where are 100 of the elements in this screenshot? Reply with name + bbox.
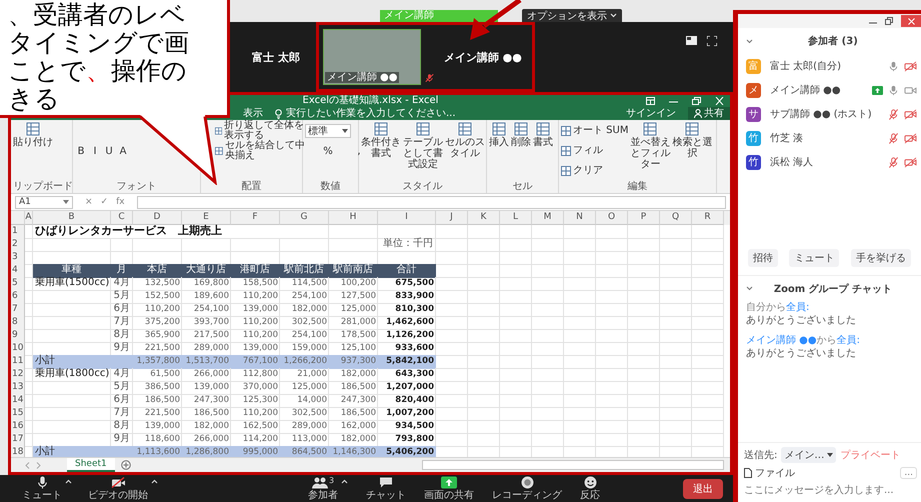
table-cell: 266,000	[182, 368, 231, 382]
table-cell: 833,900	[378, 290, 436, 304]
table-header-cell: 駅前北店	[280, 264, 329, 278]
table-cell: 110,200	[133, 303, 182, 317]
table-cell: 110,200	[231, 316, 280, 330]
table-cell: 247,300	[182, 394, 231, 408]
table-cell: 110,200	[231, 329, 280, 343]
table-cell: 125,300	[231, 394, 280, 408]
table-cell: 1,207,000	[378, 381, 436, 395]
table-cell: 1,286,800	[182, 446, 231, 457]
table-cell: 6月	[111, 303, 133, 317]
table-cell: 1,113,600	[133, 446, 182, 457]
table-cell: 186,500	[329, 407, 378, 421]
avatar: メ	[746, 82, 761, 98]
table-cell: 100,200	[329, 277, 378, 291]
ribbon-group-label: フォント	[116, 181, 158, 193]
table-cell: 186,500	[182, 407, 231, 421]
ribbon-group-label: スタイル	[402, 181, 444, 193]
table-cell: ひばりレンタカーサービス 上期売上	[33, 225, 280, 239]
table-cell: 1,513,700	[182, 355, 231, 369]
table-cell: 247,300	[329, 394, 378, 408]
table-cell: 110,200	[231, 407, 280, 421]
table-cell: 1,462,600	[378, 316, 436, 330]
table-cell: 169,800	[182, 277, 231, 291]
banner-text: メイン講師	[384, 10, 434, 22]
private-label: プライベート	[840, 448, 900, 462]
table-cell: 302,500	[280, 316, 329, 330]
table-cell: 186,500	[329, 381, 378, 395]
table-cell: 375,200	[133, 316, 182, 330]
table-cell: 139,000	[133, 420, 182, 434]
table-cell: 1,007,200	[378, 407, 436, 421]
table-cell: 995,000	[231, 446, 280, 457]
chat-title: Zoom グループ チャット	[772, 282, 894, 296]
table-cell: 110,200	[231, 290, 280, 304]
ribbon-group-label: セル	[512, 181, 534, 193]
table-cell: 162,500	[231, 420, 280, 434]
table-header-cell: 車種	[33, 264, 111, 278]
table-cell: 217,500	[182, 329, 231, 343]
table-cell: 21,000	[280, 368, 329, 382]
table-header-cell: 合計	[378, 264, 436, 278]
table-cell: 125,000	[280, 381, 329, 395]
table-cell: 乗用車(1500cc)	[33, 277, 111, 291]
table-cell: 4月	[111, 368, 133, 382]
table-cell: 5月	[111, 290, 133, 304]
message-text: ありがとうございました	[746, 314, 857, 326]
table-cell: 365,900	[133, 329, 182, 343]
send-to-label: 送信先:	[744, 448, 778, 462]
table-header-cell: 駅前南店	[329, 264, 378, 278]
table-cell: 221,500	[133, 407, 182, 421]
table-cell: 643,300	[378, 368, 436, 382]
table-cell: 178,500	[329, 329, 378, 343]
window-title: Excelの基礎知識.xlsx - Excel	[302, 95, 438, 107]
table-cell: 1,266,200	[280, 355, 329, 369]
ribbon-group-label: 編集	[626, 181, 648, 193]
speaker-name: メイン講師 ●●	[444, 50, 522, 64]
table-cell: 386,500	[133, 381, 182, 395]
table-cell: 1,357,800	[133, 355, 182, 369]
table-cell: 182,000	[182, 420, 231, 434]
table-cell: 254,100	[182, 303, 231, 317]
table-cell: 6月	[111, 394, 133, 408]
message-sender: メイン講師 ●●から全員:	[746, 334, 862, 346]
table-cell: 単位：千円	[378, 238, 436, 252]
participant-count: 3	[328, 476, 334, 485]
participant-name: 富士 太郎	[252, 50, 300, 64]
panel-title: 参加者 (3)	[807, 34, 859, 48]
table-header-cell: 大通り店	[182, 264, 231, 278]
table-cell: 132,500	[133, 277, 182, 291]
table-cell: 182,000	[280, 303, 329, 317]
table-cell: 158,500	[231, 277, 280, 291]
table-cell: 乗用車(1800cc)	[33, 368, 111, 382]
avatar: 富	[746, 58, 761, 74]
table-cell: 370,000	[231, 381, 280, 395]
table-cell: 675,500	[378, 277, 436, 291]
table-cell: 810,300	[378, 303, 436, 317]
table-header-cell: 月	[111, 264, 133, 278]
table-cell: 125,000	[329, 303, 378, 317]
table-cell: 393,700	[182, 316, 231, 330]
table-cell: 934,500	[378, 420, 436, 434]
table-header-cell: 港町店	[231, 264, 280, 278]
table-cell: 820,400	[378, 394, 436, 408]
table-cell: 4月	[111, 277, 133, 291]
ribbon-group-label: リップボード	[13, 181, 70, 193]
table-cell: 小計	[33, 446, 133, 457]
table-cell: 139,000	[231, 303, 280, 317]
table-header-cell: 本店	[133, 264, 182, 278]
table-cell: 127,500	[329, 290, 378, 304]
table-cell: 8月	[111, 420, 133, 434]
table-cell: 1,126,200	[378, 329, 436, 343]
video-tile-label: メイン講師 ●●	[324, 72, 400, 83]
ribbon-group-label: 配置	[240, 181, 262, 193]
table-cell: 1,146,300	[329, 446, 378, 457]
table-cell: 14,000	[280, 394, 329, 408]
avatar: 竹	[746, 154, 761, 170]
table-cell: 281,000	[329, 316, 378, 330]
table-cell: 864,500	[280, 446, 329, 457]
table-cell: 7月	[111, 407, 133, 421]
table-cell: 767,100	[231, 355, 280, 369]
avatar: 竹	[746, 130, 761, 146]
table-cell: 5,842,100	[378, 355, 436, 369]
table-cell: 189,600	[182, 290, 231, 304]
